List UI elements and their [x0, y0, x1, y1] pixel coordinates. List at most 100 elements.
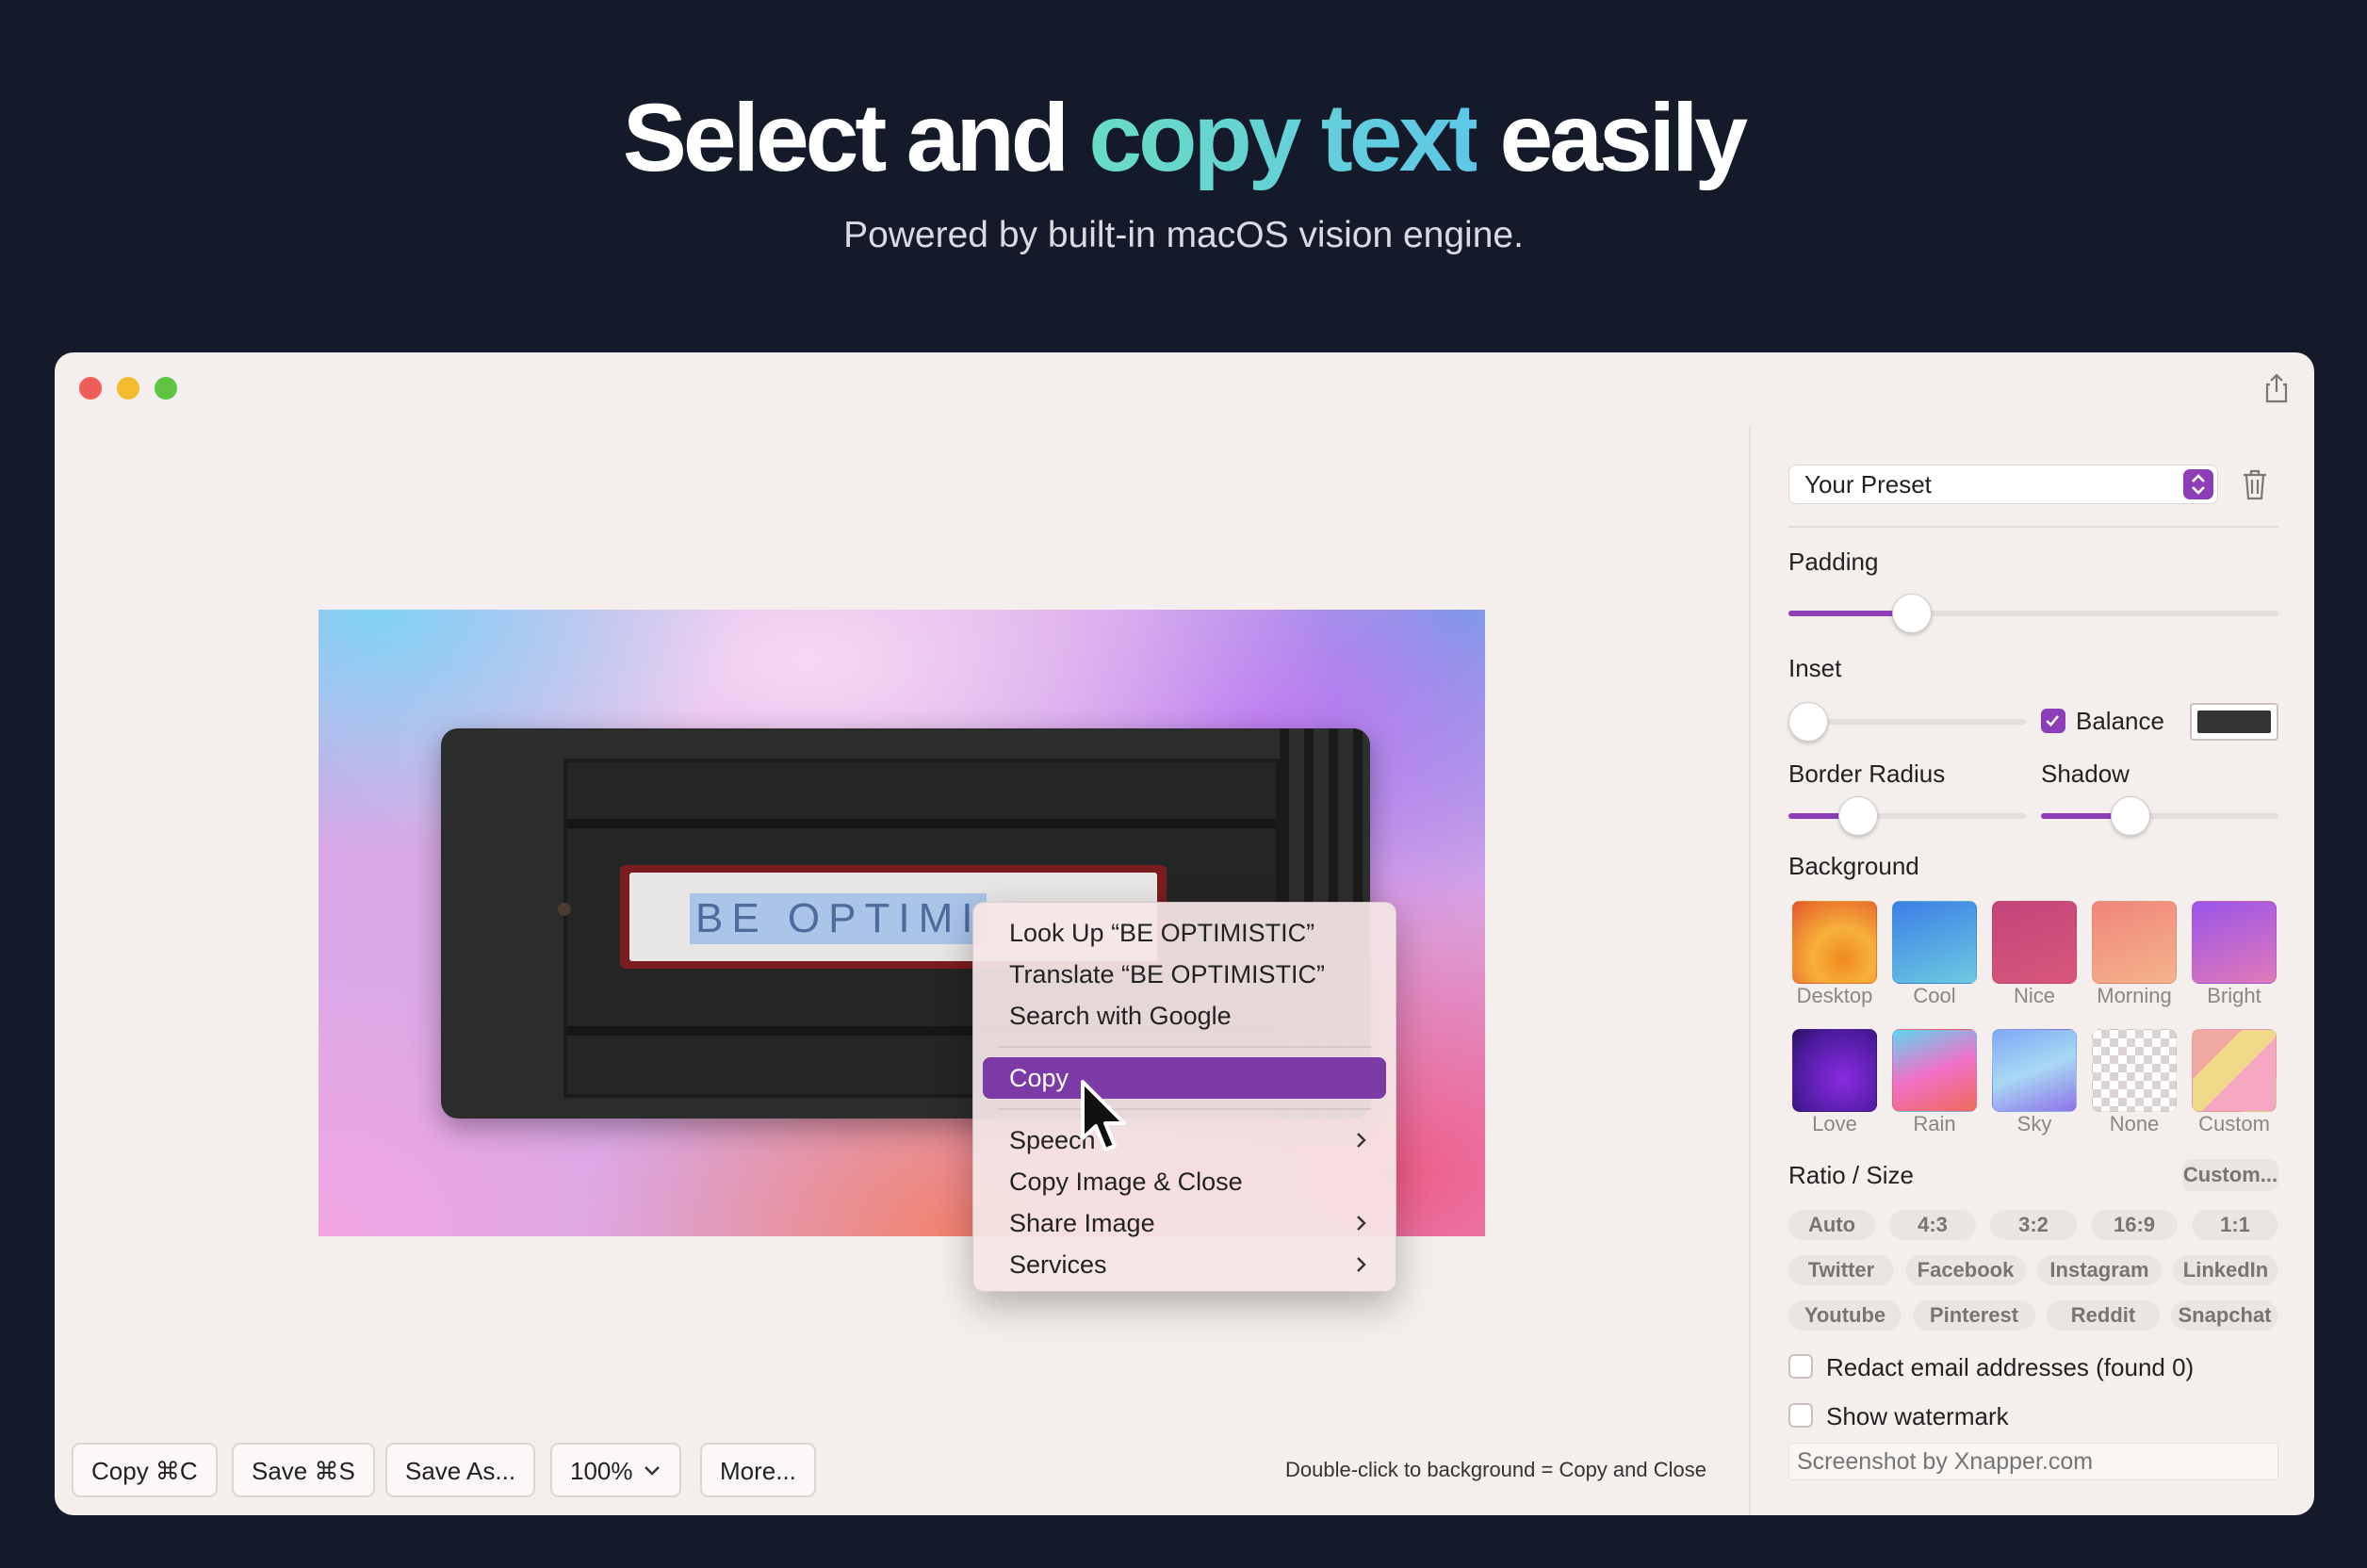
inset-label: Inset	[1788, 654, 1842, 682]
mouse-pointer-icon	[1081, 1080, 1126, 1152]
size-facebook[interactable]: Facebook	[1905, 1255, 2026, 1285]
door-slat	[567, 819, 1276, 828]
menu-item-copy[interactable]: Copy	[983, 1057, 1386, 1099]
size-snapchat[interactable]: Snapchat	[2171, 1300, 2278, 1331]
panel-divider	[1749, 426, 1751, 1515]
hero-title-accent: copy text	[1088, 84, 1480, 191]
padding-slider[interactable]	[1788, 594, 2278, 633]
size-linkedin[interactable]: LinkedIn	[2173, 1255, 2278, 1285]
trash-icon[interactable]	[2241, 467, 2269, 501]
checkmark-icon	[2046, 715, 2060, 727]
slider-knob[interactable]	[1788, 702, 1828, 742]
close-window-button[interactable]	[79, 377, 102, 400]
background-label-none: None	[2109, 1112, 2160, 1135]
background-love[interactable]	[1792, 1029, 1877, 1112]
size-youtube[interactable]: Youtube	[1788, 1300, 1902, 1331]
watermark-input[interactable]	[1788, 1443, 2278, 1480]
hero-title-part1: Select and	[622, 84, 1089, 191]
save-button[interactable]: Save ⌘S	[232, 1443, 375, 1497]
show-watermark-label: Show watermark	[1826, 1402, 2009, 1430]
slider-knob[interactable]	[1837, 796, 1878, 836]
background-nice[interactable]	[1992, 901, 2077, 984]
app-window: BE OPTIMI Look Up “BE OPTIMISTIC” Transl…	[55, 352, 2314, 1515]
menu-item-label: Translate “BE OPTIMISTIC”	[1009, 960, 1326, 988]
section-divider	[1788, 526, 2278, 528]
size-pinterest[interactable]: Pinterest	[1913, 1300, 2035, 1331]
background-rain[interactable]	[1892, 1029, 1977, 1112]
menu-item-label: Copy Image & Close	[1009, 1168, 1243, 1196]
balance-checkbox[interactable]	[2041, 709, 2065, 733]
redact-email-checkbox[interactable]	[1788, 1354, 1813, 1379]
menu-item-label: Look Up “BE OPTIMISTIC”	[1009, 919, 1315, 947]
context-menu: Look Up “BE OPTIMISTIC” Translate “BE OP…	[972, 902, 1396, 1292]
background-desktop[interactable]	[1792, 901, 1877, 984]
minimize-window-button[interactable]	[117, 377, 139, 400]
chevron-right-icon	[1357, 1216, 1366, 1231]
background-label-sky: Sky	[2016, 1112, 2052, 1135]
chevron-right-icon	[1357, 1257, 1366, 1272]
background-label-nice: Nice	[2013, 984, 2055, 1007]
size-reddit[interactable]: Reddit	[2047, 1300, 2160, 1331]
zoom-value: 100%	[570, 1457, 633, 1485]
size-instagram[interactable]: Instagram	[2037, 1255, 2162, 1285]
ratio-size-label: Ratio / Size	[1788, 1161, 1914, 1189]
zoom-window-button[interactable]	[155, 377, 177, 400]
menu-item-copy-image-close[interactable]: Copy Image & Close	[983, 1161, 1386, 1202]
door-screw	[558, 903, 571, 916]
redact-email-label: Redact email addresses (found 0)	[1826, 1353, 2195, 1381]
padding-label: Padding	[1788, 547, 1879, 576]
slider-knob[interactable]	[1891, 594, 1932, 633]
background-custom[interactable]	[2192, 1029, 2277, 1112]
background-label-bright: Bright	[2207, 984, 2261, 1007]
border-radius-slider[interactable]	[1788, 796, 2026, 836]
settings-panel: Your Preset Padding Inset Balance Border…	[1788, 352, 2278, 1515]
copy-button[interactable]: Copy ⌘C	[72, 1443, 218, 1497]
ratio-auto[interactable]: Auto	[1788, 1210, 1875, 1240]
background-cool[interactable]	[1892, 901, 1977, 984]
balance-label: Balance	[2076, 707, 2164, 735]
more-button[interactable]: More...	[700, 1443, 816, 1497]
preset-select[interactable]: Your Preset	[1788, 465, 2218, 504]
menu-item-translate[interactable]: Translate “BE OPTIMISTIC”	[983, 954, 1386, 995]
background-label-custom: Custom	[2198, 1112, 2270, 1135]
menu-item-label: Search with Google	[1009, 1002, 1232, 1030]
hero-title: Select and copy text easily	[0, 83, 2367, 193]
hint-text: Double-click to background = Copy and Cl…	[1285, 1458, 1706, 1481]
selected-text[interactable]: BE OPTIMI	[690, 893, 988, 944]
color-swatch	[2197, 710, 2271, 733]
size-twitter[interactable]: Twitter	[1788, 1255, 1894, 1285]
balance-color-well[interactable]	[2190, 703, 2278, 741]
background-morning[interactable]	[2092, 901, 2177, 984]
background-label-desktop: Desktop	[1796, 984, 1873, 1007]
save-as-button[interactable]: Save As...	[385, 1443, 536, 1497]
shadow-label: Shadow	[2041, 760, 2130, 788]
chevron-down-icon	[644, 1466, 660, 1476]
background-bright[interactable]	[2192, 901, 2277, 984]
ratio-3-2[interactable]: 3:2	[1990, 1210, 2077, 1240]
chevron-right-icon	[1357, 1133, 1366, 1148]
background-none[interactable]	[2092, 1029, 2177, 1112]
menu-item-services[interactable]: Services	[983, 1244, 1386, 1285]
shadow-slider[interactable]	[2041, 796, 2278, 836]
ratio-1-1[interactable]: 1:1	[2192, 1210, 2278, 1240]
background-label-rain: Rain	[1913, 1112, 1956, 1135]
ratio-16-9[interactable]: 16:9	[2091, 1210, 2178, 1240]
ratio-4-3[interactable]: 4:3	[1889, 1210, 1976, 1240]
menu-item-label: Share Image	[1009, 1209, 1155, 1237]
slider-knob[interactable]	[2110, 796, 2150, 836]
select-arrows-icon	[2183, 469, 2213, 499]
zoom-dropdown[interactable]: 100%	[550, 1443, 681, 1497]
inset-slider[interactable]	[1788, 702, 2026, 742]
border-radius-label: Border Radius	[1788, 760, 1946, 788]
menu-separator	[998, 1108, 1371, 1110]
custom-size-button[interactable]: Custom...	[2182, 1159, 2278, 1191]
menu-item-search-google[interactable]: Search with Google	[983, 995, 1386, 1037]
background-label-morning: Morning	[2097, 984, 2172, 1007]
menu-item-label: Copy	[1009, 1064, 1069, 1092]
menu-item-speech[interactable]: Speech	[983, 1119, 1386, 1161]
menu-item-look-up[interactable]: Look Up “BE OPTIMISTIC”	[983, 912, 1386, 954]
background-label-love: Love	[1812, 1112, 1857, 1135]
show-watermark-checkbox[interactable]	[1788, 1403, 1813, 1428]
menu-item-share-image[interactable]: Share Image	[983, 1202, 1386, 1244]
background-sky[interactable]	[1992, 1029, 2077, 1112]
